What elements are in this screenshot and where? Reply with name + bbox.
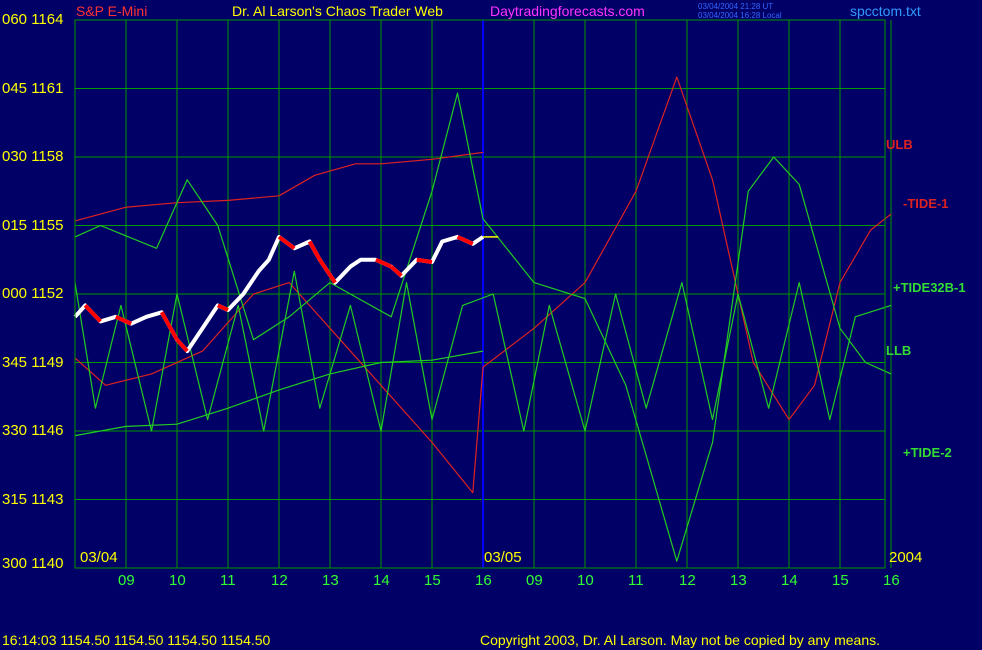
site-link[interactable]: Daytradingforecasts.com <box>490 3 645 19</box>
price-down-segment <box>175 338 189 353</box>
price-down-segment <box>456 235 474 246</box>
price-down-segment <box>216 303 229 312</box>
price-down-segment <box>277 235 296 250</box>
price-down-segment <box>416 257 433 265</box>
y-tick-label: 060 1164 <box>2 11 64 28</box>
x-tick-label: 13 <box>730 572 747 589</box>
year-label: 2004 <box>889 549 923 566</box>
x-tick-label: 09 <box>118 572 135 589</box>
x-tick-label: 12 <box>271 572 288 589</box>
x-tick-label: 13 <box>322 572 339 589</box>
date-label-next: 03/05 <box>484 549 522 566</box>
chart-title: Dr. Al Larson's Chaos Trader Web <box>232 3 443 19</box>
x-tick-label: 10 <box>169 572 186 589</box>
price-down-segment <box>389 265 403 278</box>
footer-quote: 16:14:03 1154.50 1154.50 1154.50 1154.50 <box>2 632 271 648</box>
x-tick-label: 16 <box>475 572 492 589</box>
price-down-segment <box>83 304 102 323</box>
timestamp-ut: 03/04/2004 21:28 UT <box>698 2 774 11</box>
series-label-tide1: -TIDE-1 <box>903 196 949 211</box>
filename-label: spcctom.txt <box>850 3 921 19</box>
x-tick-label: 11 <box>628 572 644 589</box>
series-label-ulb: ULB <box>886 137 913 152</box>
timestamp-local: 03/04/2004 16:28 Local <box>698 11 782 20</box>
price-down-segment <box>307 240 322 261</box>
price-down-segment <box>375 257 393 269</box>
price-down-segment <box>318 258 337 284</box>
x-tick-label: 10 <box>577 572 594 589</box>
x-tick-label: 14 <box>781 572 798 589</box>
x-tick-label: 12 <box>679 572 696 589</box>
x-tick-label: 16 <box>883 572 900 589</box>
y-tick-label: 300 1140 <box>2 555 64 572</box>
y-tick-label: 315 1143 <box>2 490 64 508</box>
x-tick-label: 15 <box>832 572 849 589</box>
x-tick-label: 11 <box>220 572 236 589</box>
chart-grid <box>75 19 892 569</box>
y-tick-label: 030 1158 <box>2 148 64 165</box>
series-label-tide32b: +TIDE32B-1 <box>893 280 966 295</box>
y-tick-label: 345 1149 <box>2 353 64 371</box>
series-label-tide2: +TIDE-2 <box>903 445 952 460</box>
date-label-start: 03/04 <box>80 549 118 566</box>
x-tick-label: 09 <box>526 572 543 589</box>
y-tick-label: 000 1152 <box>2 285 64 302</box>
symbol-label: S&P E-Mini <box>76 3 148 19</box>
y-tick-label: 330 1146 <box>2 422 64 439</box>
series-label-llb: LLB <box>886 343 912 358</box>
y-tick-label: 015 1155 <box>2 216 64 234</box>
x-tick-label: 15 <box>424 572 441 589</box>
x-tick-label: 14 <box>373 572 390 589</box>
footer-copyright: Copyright 2003, Dr. Al Larson. May not b… <box>480 632 881 648</box>
y-tick-label: 045 1161 <box>2 79 64 97</box>
